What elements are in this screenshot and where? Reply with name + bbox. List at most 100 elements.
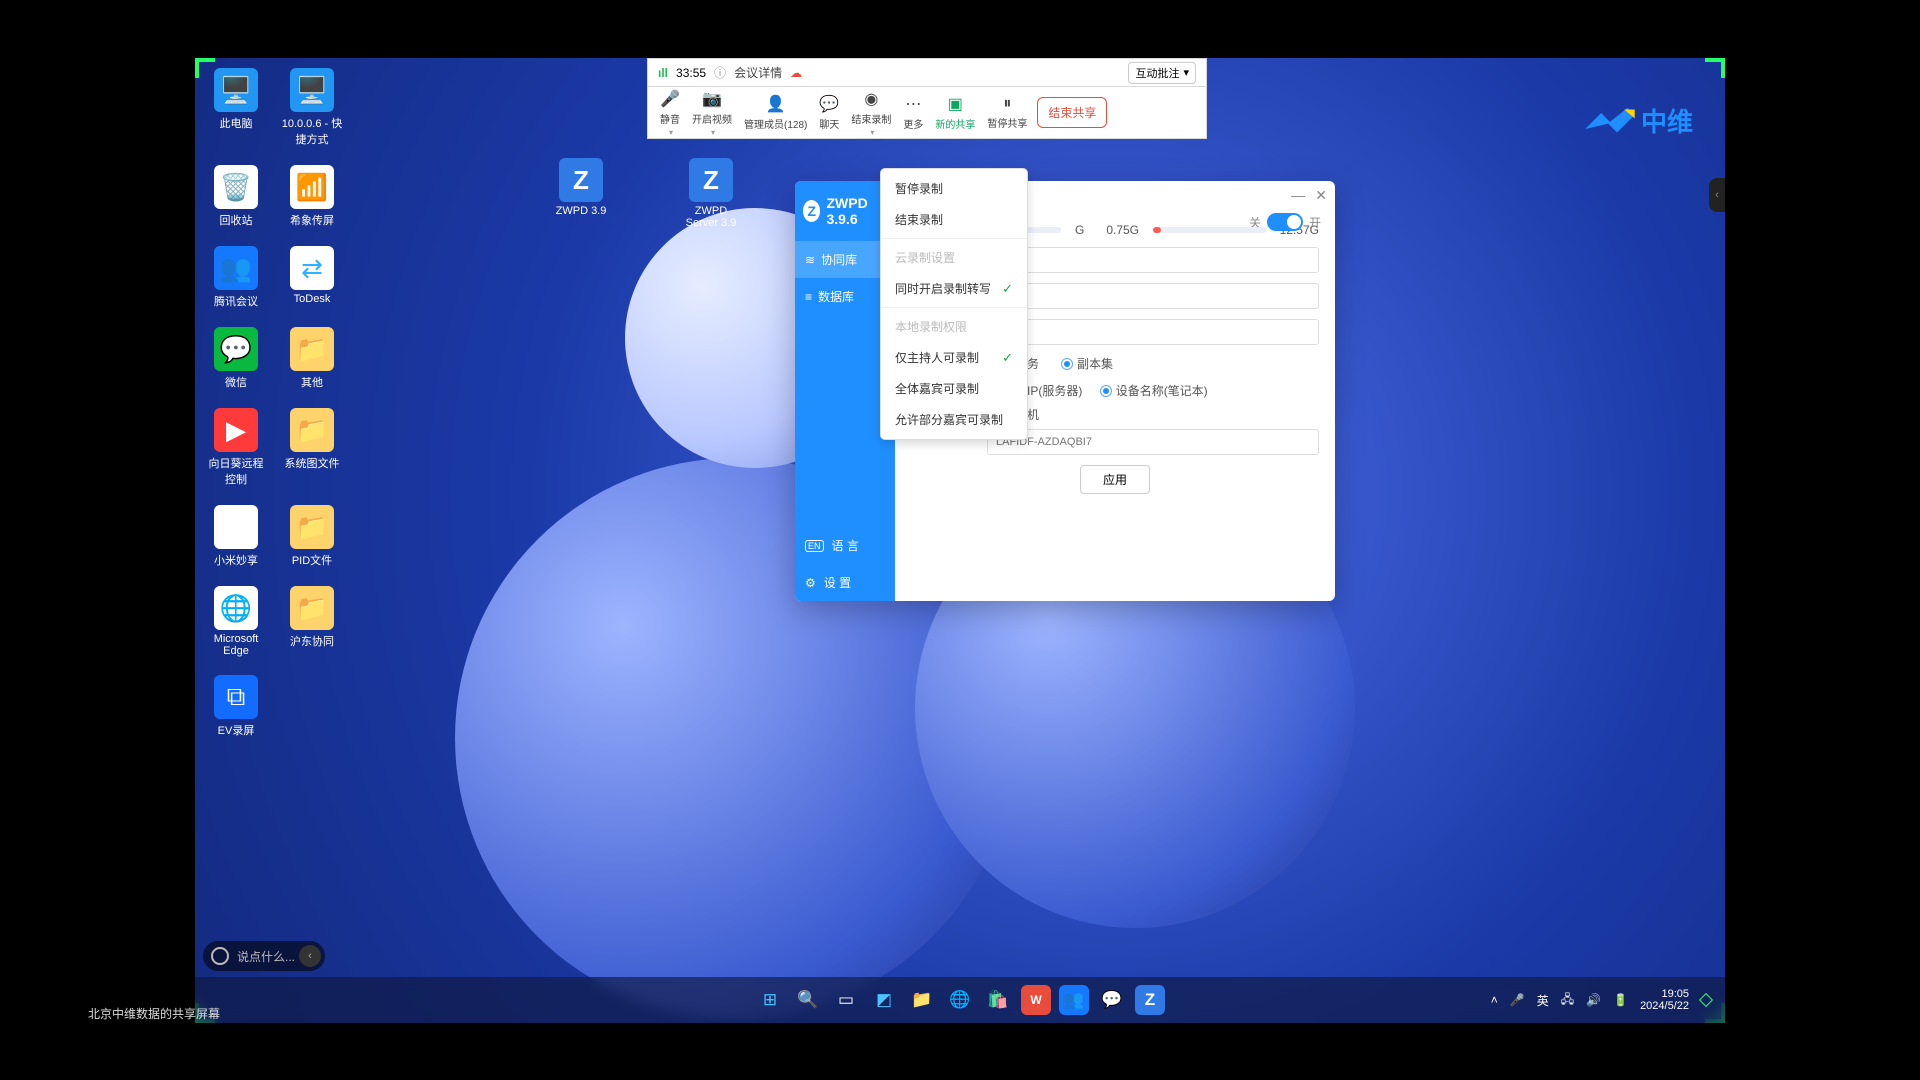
recycle-bin-icon: 🗑️ xyxy=(214,165,258,209)
desktop-icon-tencent-meeting[interactable]: 👥腾讯会议 xyxy=(205,246,267,309)
desktop-icon-remote-shortcut[interactable]: 🖥️10.0.0.6 - 快捷方式 xyxy=(281,68,343,147)
taskbar-wps[interactable]: W xyxy=(1021,985,1051,1015)
desktop-icon-zwpd-server[interactable]: ZZWPD Server 3.9 xyxy=(680,158,742,229)
sidebar-settings[interactable]: ⚙设 置 xyxy=(795,564,895,601)
language-icon: EN xyxy=(805,540,824,552)
chevron-down-icon[interactable]: ▾ xyxy=(669,128,673,137)
menu-all-guests[interactable]: 全体嘉宾可录制 xyxy=(881,373,1027,404)
taskbar-center: ⊞ 🔍 ▭ ◩ 📁 🌐 🛍️ W 👥 💬 Z xyxy=(755,985,1165,1015)
menu-end-record[interactable]: 结束录制 xyxy=(881,204,1027,235)
shared-desktop: 中维 ‹ 🖥️此电脑 🖥️10.0.0.6 - 快捷方式 🗑️回收站 📶希象传屏… xyxy=(195,58,1725,1023)
pause-share-button[interactable]: ⏸暂停共享 xyxy=(981,95,1033,130)
collapse-panel-tab[interactable]: ‹ xyxy=(1709,178,1725,212)
hostname-input[interactable] xyxy=(987,429,1319,455)
taskbar-search[interactable]: 🔍 xyxy=(793,985,823,1015)
menu-host-only[interactable]: 仅主持人可录制✓ xyxy=(881,342,1027,373)
desktop-icon-folder-system[interactable]: 📁系统图文件 xyxy=(281,408,343,487)
taskbar-edge[interactable]: 🌐 xyxy=(945,985,975,1015)
ev-icon: ⧉ xyxy=(214,675,258,719)
notification-badge[interactable] xyxy=(1699,993,1713,1007)
signal-icon: ıll xyxy=(658,66,668,80)
minimize-button[interactable]: — xyxy=(1291,187,1305,204)
menu-partial-guests[interactable]: 允许部分嘉宾可录制 xyxy=(881,404,1027,435)
edge-icon: 🌐 xyxy=(214,586,258,630)
taskbar-explorer[interactable]: 📁 xyxy=(907,985,937,1015)
tray-chevron-icon[interactable]: ˄ xyxy=(1491,993,1498,1007)
wechat-icon: 💬 xyxy=(214,327,258,371)
end-share-button[interactable]: 结束共享 xyxy=(1037,97,1107,128)
cortana-collapse[interactable]: ‹ xyxy=(299,945,321,967)
meeting-elapsed: 33:55 xyxy=(676,66,706,80)
cortana-placeholder: 说点什么... xyxy=(237,948,295,965)
taskbar-tray: ˄ 🎤 英 🖧 🔊 🔋 19:052024/5/22 xyxy=(1491,988,1725,1012)
desktop-icon-wechat[interactable]: 💬微信 xyxy=(205,327,267,390)
desktop-icon-zwpd[interactable]: ZZWPD 3.9 xyxy=(550,158,612,217)
menu-pause-record[interactable]: 暂停录制 xyxy=(881,173,1027,204)
port-input[interactable] xyxy=(987,319,1319,345)
video-button[interactable]: 📷开启视频▾ xyxy=(686,89,738,137)
radio-replica-set[interactable]: 副本集 xyxy=(1061,355,1113,372)
cortana-search[interactable]: 说点什么... ‹ xyxy=(203,941,325,971)
taskbar-widgets[interactable]: ◩ xyxy=(869,985,899,1015)
annotate-dropdown[interactable]: 互动批注▾ xyxy=(1128,62,1196,84)
desktop-icon-this-pc[interactable]: 🖥️此电脑 xyxy=(205,68,267,147)
cloud-record-icon: ☁ xyxy=(790,66,802,80)
desktop-icon-xixiang[interactable]: 📶希象传屏 xyxy=(281,165,343,228)
chat-button[interactable]: 💬聊天 xyxy=(813,94,845,131)
desktop-icon-folder-other[interactable]: 📁其他 xyxy=(281,327,343,390)
ime-indicator[interactable]: 英 xyxy=(1537,992,1549,1009)
new-share-button[interactable]: ▣新的共享 xyxy=(929,94,981,131)
desktop-icon-mishare[interactable]: ∞小米妙享 xyxy=(205,505,267,568)
tray-mic-icon[interactable]: 🎤 xyxy=(1510,993,1525,1007)
share-frame-corner xyxy=(1705,58,1725,78)
zwpd-icon: Z xyxy=(559,158,603,202)
taskbar-clock[interactable]: 19:052024/5/22 xyxy=(1640,988,1689,1012)
password-input[interactable] xyxy=(987,283,1319,309)
chevron-down-icon: ▾ xyxy=(1183,66,1189,79)
meeting-details-link[interactable]: 会议详情 xyxy=(734,64,782,81)
desktop-icon-todesk[interactable]: ⇄ToDesk xyxy=(281,246,343,309)
mute-button[interactable]: 🎤静音▾ xyxy=(654,89,686,137)
desktop-icon-grid: 🖥️此电脑 🖥️10.0.0.6 - 快捷方式 🗑️回收站 📶希象传屏 👥腾讯会… xyxy=(205,68,343,738)
desktop-icon-folder-pid[interactable]: 📁PID文件 xyxy=(281,505,343,568)
taskbar-wechat[interactable]: 💬 xyxy=(1097,985,1127,1015)
toggle-switch[interactable] xyxy=(1267,213,1303,231)
menu-local-perm-header: 本地录制权限 xyxy=(881,311,1027,342)
username-input[interactable] xyxy=(987,247,1319,273)
menu-separator xyxy=(881,238,1027,239)
apply-button[interactable]: 应用 xyxy=(1080,465,1150,494)
tray-battery-icon[interactable]: 🔋 xyxy=(1613,993,1628,1007)
zwpd-logo-icon: Z xyxy=(803,200,820,222)
chevron-down-icon[interactable]: ▾ xyxy=(870,128,874,137)
desktop-icon-evcapture[interactable]: ⧉EV录屏 xyxy=(205,675,267,738)
desktop-icon-sunlogin[interactable]: ▶向日葵远程控制 xyxy=(205,408,267,487)
desktop-icon-recycle-bin[interactable]: 🗑️回收站 xyxy=(205,165,267,228)
radio-device-name[interactable]: 设备名称(笔记本) xyxy=(1100,382,1208,399)
cast-icon: 📶 xyxy=(290,165,334,209)
start-button[interactable]: ⊞ xyxy=(755,985,785,1015)
tray-network-icon[interactable]: 🖧 xyxy=(1561,990,1574,1011)
mishare-icon: ∞ xyxy=(214,505,258,549)
more-icon: ⋯ xyxy=(905,94,921,114)
sidebar-language[interactable]: EN语 言 xyxy=(795,527,895,564)
menu-transcribe-toggle[interactable]: 同时开启录制转写✓ xyxy=(881,273,1027,304)
taskbar-zwpd[interactable]: Z xyxy=(1135,985,1165,1015)
record-dropdown-menu: 暂停录制 结束录制 云录制设置 同时开启录制转写✓ 本地录制权限 仅主持人可录制… xyxy=(880,168,1028,440)
chevron-down-icon[interactable]: ▾ xyxy=(711,128,715,137)
zwpd-server-icon: Z xyxy=(689,158,733,202)
desktop-icon-edge[interactable]: 🌐Microsoft Edge xyxy=(205,586,267,657)
record-button[interactable]: ◉结束录制▾ xyxy=(845,89,897,137)
more-button[interactable]: ⋯更多 xyxy=(897,94,929,131)
close-button[interactable]: ✕ xyxy=(1315,187,1327,204)
brand-watermark: 中维 xyxy=(1583,102,1693,139)
tray-volume-icon[interactable]: 🔊 xyxy=(1586,993,1601,1007)
members-button[interactable]: 👤管理成员(128) xyxy=(738,94,813,131)
taskbar-tencent-meeting[interactable]: 👥 xyxy=(1059,985,1089,1015)
desktop-icon-folder-hd[interactable]: 📁沪东协同 xyxy=(281,586,343,657)
taskbar-store[interactable]: 🛍️ xyxy=(983,985,1013,1015)
folder-icon: 📁 xyxy=(290,327,334,371)
task-view[interactable]: ▭ xyxy=(831,985,861,1015)
monitor-icon: 🖥️ xyxy=(214,68,258,112)
windows-taskbar: ⊞ 🔍 ▭ ◩ 📁 🌐 🛍️ W 👥 💬 Z ˄ 🎤 英 🖧 🔊 🔋 xyxy=(195,977,1725,1023)
share-screen-icon: ▣ xyxy=(948,94,963,114)
